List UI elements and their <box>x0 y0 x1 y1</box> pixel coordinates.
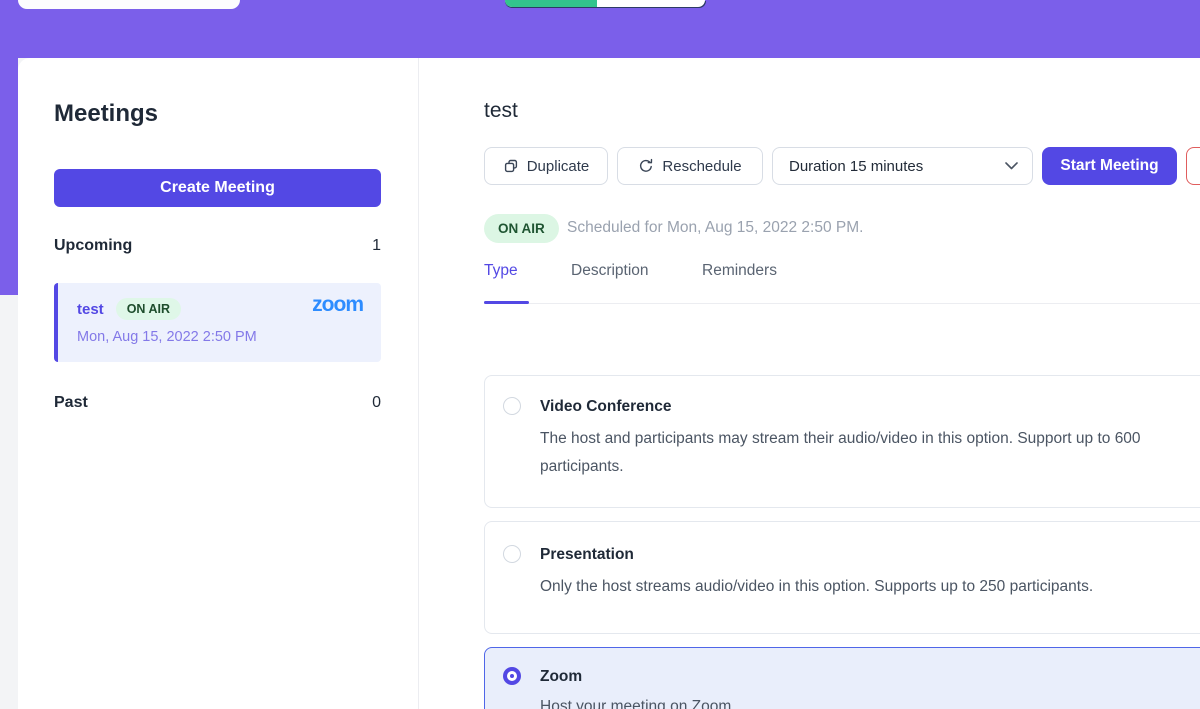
copy-icon <box>503 158 519 174</box>
on-air-status-label: ON AIR <box>498 221 545 236</box>
option-description-line: Only the host streams audio/video in thi… <box>540 578 1093 596</box>
refresh-icon <box>638 158 654 174</box>
tab-description[interactable]: Description <box>571 262 649 280</box>
upcoming-label: Upcoming <box>54 237 132 255</box>
duplicate-button[interactable]: Duplicate <box>484 147 608 185</box>
past-count: 0 <box>372 394 381 412</box>
upcoming-section-header[interactable]: Upcoming 1 <box>54 237 381 255</box>
option-card-zoom[interactable]: Zoom Host your meeting on Zoom <box>484 647 1200 709</box>
meeting-list-item[interactable]: test ON AIR zoom Mon, Aug 15, 2022 2:50 … <box>54 283 381 362</box>
progress-bar <box>505 0 705 7</box>
active-tab-underline <box>484 301 529 304</box>
zoom-logo: zoom <box>312 293 363 317</box>
meeting-name: test <box>77 301 104 318</box>
reschedule-label: Reschedule <box>662 158 741 175</box>
radio-video-conference[interactable] <box>503 397 521 415</box>
start-meeting-label: Start Meeting <box>1060 157 1158 175</box>
start-meeting-button[interactable]: Start Meeting <box>1042 147 1177 185</box>
content-panel: Meetings Create Meeting Upcoming 1 test … <box>18 58 1200 709</box>
option-title: Presentation <box>540 546 634 564</box>
past-section-header[interactable]: Past 0 <box>54 394 381 412</box>
radio-zoom-selected[interactable] <box>503 667 521 685</box>
duplicate-label: Duplicate <box>527 158 590 175</box>
tab-type[interactable]: Type <box>484 262 518 280</box>
delete-button-clipped[interactable] <box>1186 147 1200 185</box>
page-title: Meetings <box>54 100 158 128</box>
reschedule-button[interactable]: Reschedule <box>617 147 763 185</box>
option-description-line: Host your meeting on Zoom <box>540 698 731 709</box>
upcoming-count: 1 <box>372 237 381 255</box>
duration-select[interactable]: Duration 15 minutes <box>772 147 1033 185</box>
tab-reminders[interactable]: Reminders <box>702 262 777 280</box>
radio-presentation[interactable] <box>503 545 521 563</box>
option-title: Video Conference <box>540 398 672 416</box>
toast-fragment <box>18 0 240 9</box>
option-card-video-conference[interactable]: Video Conference The host and participan… <box>484 375 1200 508</box>
past-label: Past <box>54 394 88 412</box>
option-description-line: The host and participants may stream the… <box>540 430 1141 448</box>
chevron-down-icon <box>1005 162 1018 170</box>
option-title: Zoom <box>540 668 582 686</box>
tabs-divider <box>484 303 1200 304</box>
sidebar-divider <box>418 58 419 709</box>
scheduled-text: Scheduled for Mon, Aug 15, 2022 2:50 PM. <box>567 219 863 237</box>
duration-value: Duration 15 minutes <box>789 158 923 175</box>
on-air-status-badge: ON AIR <box>484 214 559 243</box>
app-window: Meetings Create Meeting Upcoming 1 test … <box>0 0 1200 709</box>
meeting-title: test <box>484 99 518 123</box>
option-description-line: participants. <box>540 458 624 476</box>
create-meeting-button[interactable]: Create Meeting <box>54 169 381 207</box>
option-card-presentation[interactable]: Presentation Only the host streams audio… <box>484 521 1200 634</box>
left-purple-rail <box>0 0 18 295</box>
progress-fill <box>505 0 597 7</box>
meeting-datetime: Mon, Aug 15, 2022 2:50 PM <box>77 329 257 345</box>
on-air-badge: ON AIR <box>116 298 181 320</box>
